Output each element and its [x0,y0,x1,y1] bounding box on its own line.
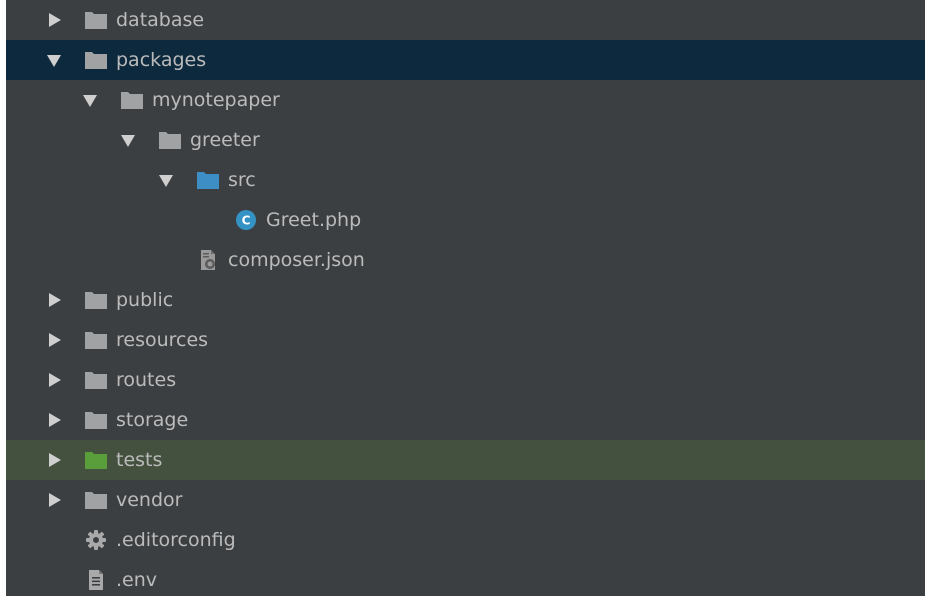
folder-icon [158,129,182,151]
tree-item-label: .env [116,569,158,591]
tree-item-label: storage [116,409,189,431]
tree-item-vendor[interactable]: vendor [6,480,925,520]
text-file-icon [84,569,108,591]
collapsed-arrow-icon[interactable] [46,412,62,428]
tree-item-storage[interactable]: storage [6,400,925,440]
expanded-arrow-icon[interactable] [158,172,174,188]
tree-item-label: mynotepaper [152,89,280,111]
folder-icon [84,9,108,31]
folder-icon [84,329,108,351]
tree-item-label: greeter [190,129,260,151]
source-folder-icon [196,169,220,191]
tree-item-label: src [228,169,256,191]
collapsed-arrow-icon[interactable] [46,492,62,508]
tree-item-label: packages [116,49,207,71]
folder-icon [84,369,108,391]
folder-icon [84,289,108,311]
class-badge-letter: C [242,214,251,228]
expanded-arrow-icon[interactable] [82,92,98,108]
collapsed-arrow-icon[interactable] [46,372,62,388]
tree-item-src[interactable]: src [6,160,925,200]
tree-item-greet-php[interactable]: C Greet.php [6,200,925,240]
collapsed-arrow-icon[interactable] [46,452,62,468]
tree-item-label: Greet.php [266,209,362,231]
tree-item-packages[interactable]: packages [6,40,925,80]
tree-item-label: vendor [116,489,183,511]
tree-item-label: public [116,289,174,311]
tree-item-label: composer.json [228,249,365,271]
folder-icon [120,89,144,111]
tree-item-mynotepaper[interactable]: mynotepaper [6,80,925,120]
collapsed-arrow-icon[interactable] [46,12,62,28]
gear-icon [84,529,108,551]
folder-icon [84,489,108,511]
tree-item-routes[interactable]: routes [6,360,925,400]
tree-item-label: .editorconfig [116,529,236,551]
folder-icon [84,49,108,71]
tree-item-public[interactable]: public [6,280,925,320]
tree-item-greeter[interactable]: greeter [6,120,925,160]
tree-item-database[interactable]: database [6,0,925,40]
collapsed-arrow-icon[interactable] [46,332,62,348]
php-class-icon: C [234,209,258,231]
tree-item-composer-json[interactable]: composer.json [6,240,925,280]
composer-file-icon [196,249,220,271]
tree-item-tests[interactable]: tests [6,440,925,480]
expanded-arrow-icon[interactable] [46,52,62,68]
project-tree: database packages mynotepaper greeter sr… [6,0,925,596]
tree-item-label: tests [116,449,163,471]
tree-item-label: routes [116,369,177,391]
test-folder-icon [84,449,108,471]
tree-item-label: resources [116,329,209,351]
expanded-arrow-icon[interactable] [120,132,136,148]
tree-item-label: database [116,9,205,31]
tree-item-editorconfig[interactable]: .editorconfig [6,520,925,560]
tree-item-env[interactable]: .env [6,560,925,596]
collapsed-arrow-icon[interactable] [46,292,62,308]
tree-item-resources[interactable]: resources [6,320,925,360]
folder-icon [84,409,108,431]
